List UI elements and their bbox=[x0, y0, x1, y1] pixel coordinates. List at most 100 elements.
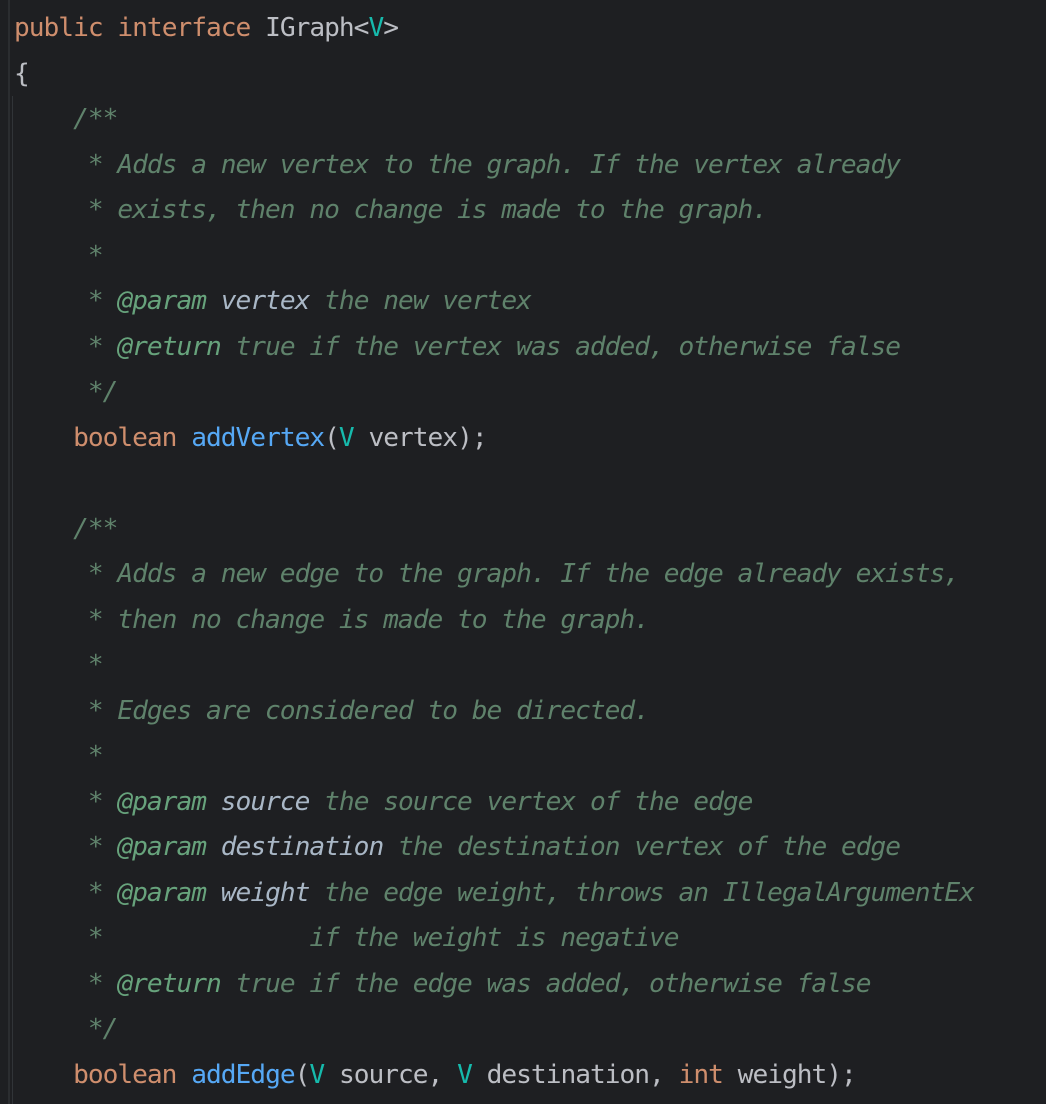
code-line[interactable]: */ bbox=[14, 370, 974, 416]
code-line[interactable]: * @param weight the edge weight, throws … bbox=[14, 871, 975, 917]
code-line[interactable]: public interface IGraph<V> bbox=[14, 6, 974, 52]
code-token: the edge weight, throws an IllegalArgume… bbox=[309, 877, 975, 908]
code-token: @return bbox=[117, 331, 221, 362]
code-token: ( bbox=[324, 422, 340, 453]
code-token: destination, bbox=[471, 1059, 679, 1090]
code-token: * bbox=[87, 240, 104, 271]
code-token: addEdge bbox=[191, 1059, 295, 1090]
code-token: * bbox=[87, 331, 118, 362]
code-token: * bbox=[87, 877, 118, 908]
code-token: the source vertex of the edge bbox=[309, 786, 753, 817]
code-line[interactable]: * Edges are considered to be directed. bbox=[14, 689, 974, 735]
code-line[interactable]: * @param vertex the new vertex bbox=[14, 279, 974, 325]
code-line[interactable]: * then no change is made to the graph. bbox=[14, 598, 974, 644]
code-editor[interactable]: public interface IGraph<V>{ /** * Adds a… bbox=[0, 0, 1046, 1104]
code-token: true if the edge was added, otherwise fa… bbox=[220, 968, 872, 999]
code-token: > bbox=[383, 13, 399, 43]
code-line[interactable]: * @return true if the vertex was added, … bbox=[14, 325, 974, 371]
code-token: @param bbox=[117, 832, 207, 862]
code-line[interactable]: * bbox=[14, 643, 974, 689]
code-line[interactable]: boolean addEdge(V source, V destination,… bbox=[14, 1053, 974, 1099]
code-line[interactable] bbox=[14, 461, 974, 507]
code-token: * then no change is made to the graph. bbox=[87, 604, 650, 635]
code-token: source, bbox=[324, 1059, 458, 1090]
code-token: @param bbox=[117, 286, 207, 316]
code-line[interactable]: /** bbox=[14, 507, 974, 553]
code-token: public bbox=[14, 13, 104, 43]
code-token: * Adds a new edge to the graph. If the e… bbox=[87, 559, 960, 589]
code-token: interface bbox=[117, 13, 251, 43]
code-token: @return bbox=[117, 968, 221, 999]
code-token: * exists, then no change is made to the … bbox=[87, 195, 768, 225]
code-area[interactable]: public interface IGraph<V>{ /** * Adds a… bbox=[14, 6, 975, 1099]
code-token: /** bbox=[73, 104, 118, 134]
code-token: */ bbox=[87, 1014, 119, 1044]
code-token: * bbox=[87, 650, 104, 680]
code-line[interactable]: * bbox=[14, 734, 974, 780]
code-token: V bbox=[338, 422, 355, 453]
code-token: source bbox=[220, 786, 311, 817]
code-token: * if the weight is negative bbox=[87, 923, 680, 953]
code-token: @param bbox=[117, 786, 207, 817]
code-token: V bbox=[368, 13, 384, 43]
code-line[interactable]: { bbox=[14, 52, 974, 98]
code-token: * bbox=[87, 786, 118, 817]
code-token: * bbox=[87, 832, 118, 862]
code-line[interactable]: * bbox=[14, 234, 974, 280]
code-token: vertex); bbox=[353, 422, 487, 453]
code-token: * bbox=[87, 968, 118, 999]
code-line[interactable]: * Adds a new edge to the graph. If the e… bbox=[14, 552, 974, 598]
code-line[interactable]: */ bbox=[14, 1007, 974, 1053]
code-token: * bbox=[87, 741, 104, 771]
code-token: int bbox=[678, 1059, 724, 1090]
code-token: weight bbox=[220, 877, 311, 908]
code-token: V bbox=[309, 1059, 325, 1090]
code-token: V bbox=[457, 1059, 473, 1090]
code-token: weight); bbox=[722, 1059, 857, 1090]
code-token: addVertex bbox=[191, 422, 325, 453]
code-line[interactable]: * if the weight is negative bbox=[14, 916, 974, 962]
code-line[interactable]: boolean addVertex(V vertex); bbox=[14, 416, 974, 462]
code-token: destination bbox=[220, 832, 384, 862]
indent-guide bbox=[12, 96, 13, 1104]
code-token: @param bbox=[117, 877, 207, 908]
code-line[interactable]: /** bbox=[14, 97, 974, 143]
code-token: boolean bbox=[73, 422, 177, 453]
code-token: vertex bbox=[220, 286, 311, 316]
code-line[interactable]: * exists, then no change is made to the … bbox=[14, 188, 974, 234]
code-line[interactable]: * @return true if the edge was added, ot… bbox=[14, 962, 974, 1008]
code-token: the destination vertex of the edge bbox=[383, 832, 901, 862]
code-line[interactable]: * @param destination the destination ver… bbox=[14, 825, 974, 871]
code-line[interactable]: * Adds a new vertex to the graph. If the… bbox=[14, 143, 974, 189]
code-token: * bbox=[87, 286, 118, 316]
code-token: * Adds a new vertex to the graph. If the… bbox=[87, 149, 901, 180]
code-token: boolean bbox=[73, 1059, 177, 1090]
code-line[interactable]: * @param source the source vertex of the… bbox=[14, 780, 974, 826]
